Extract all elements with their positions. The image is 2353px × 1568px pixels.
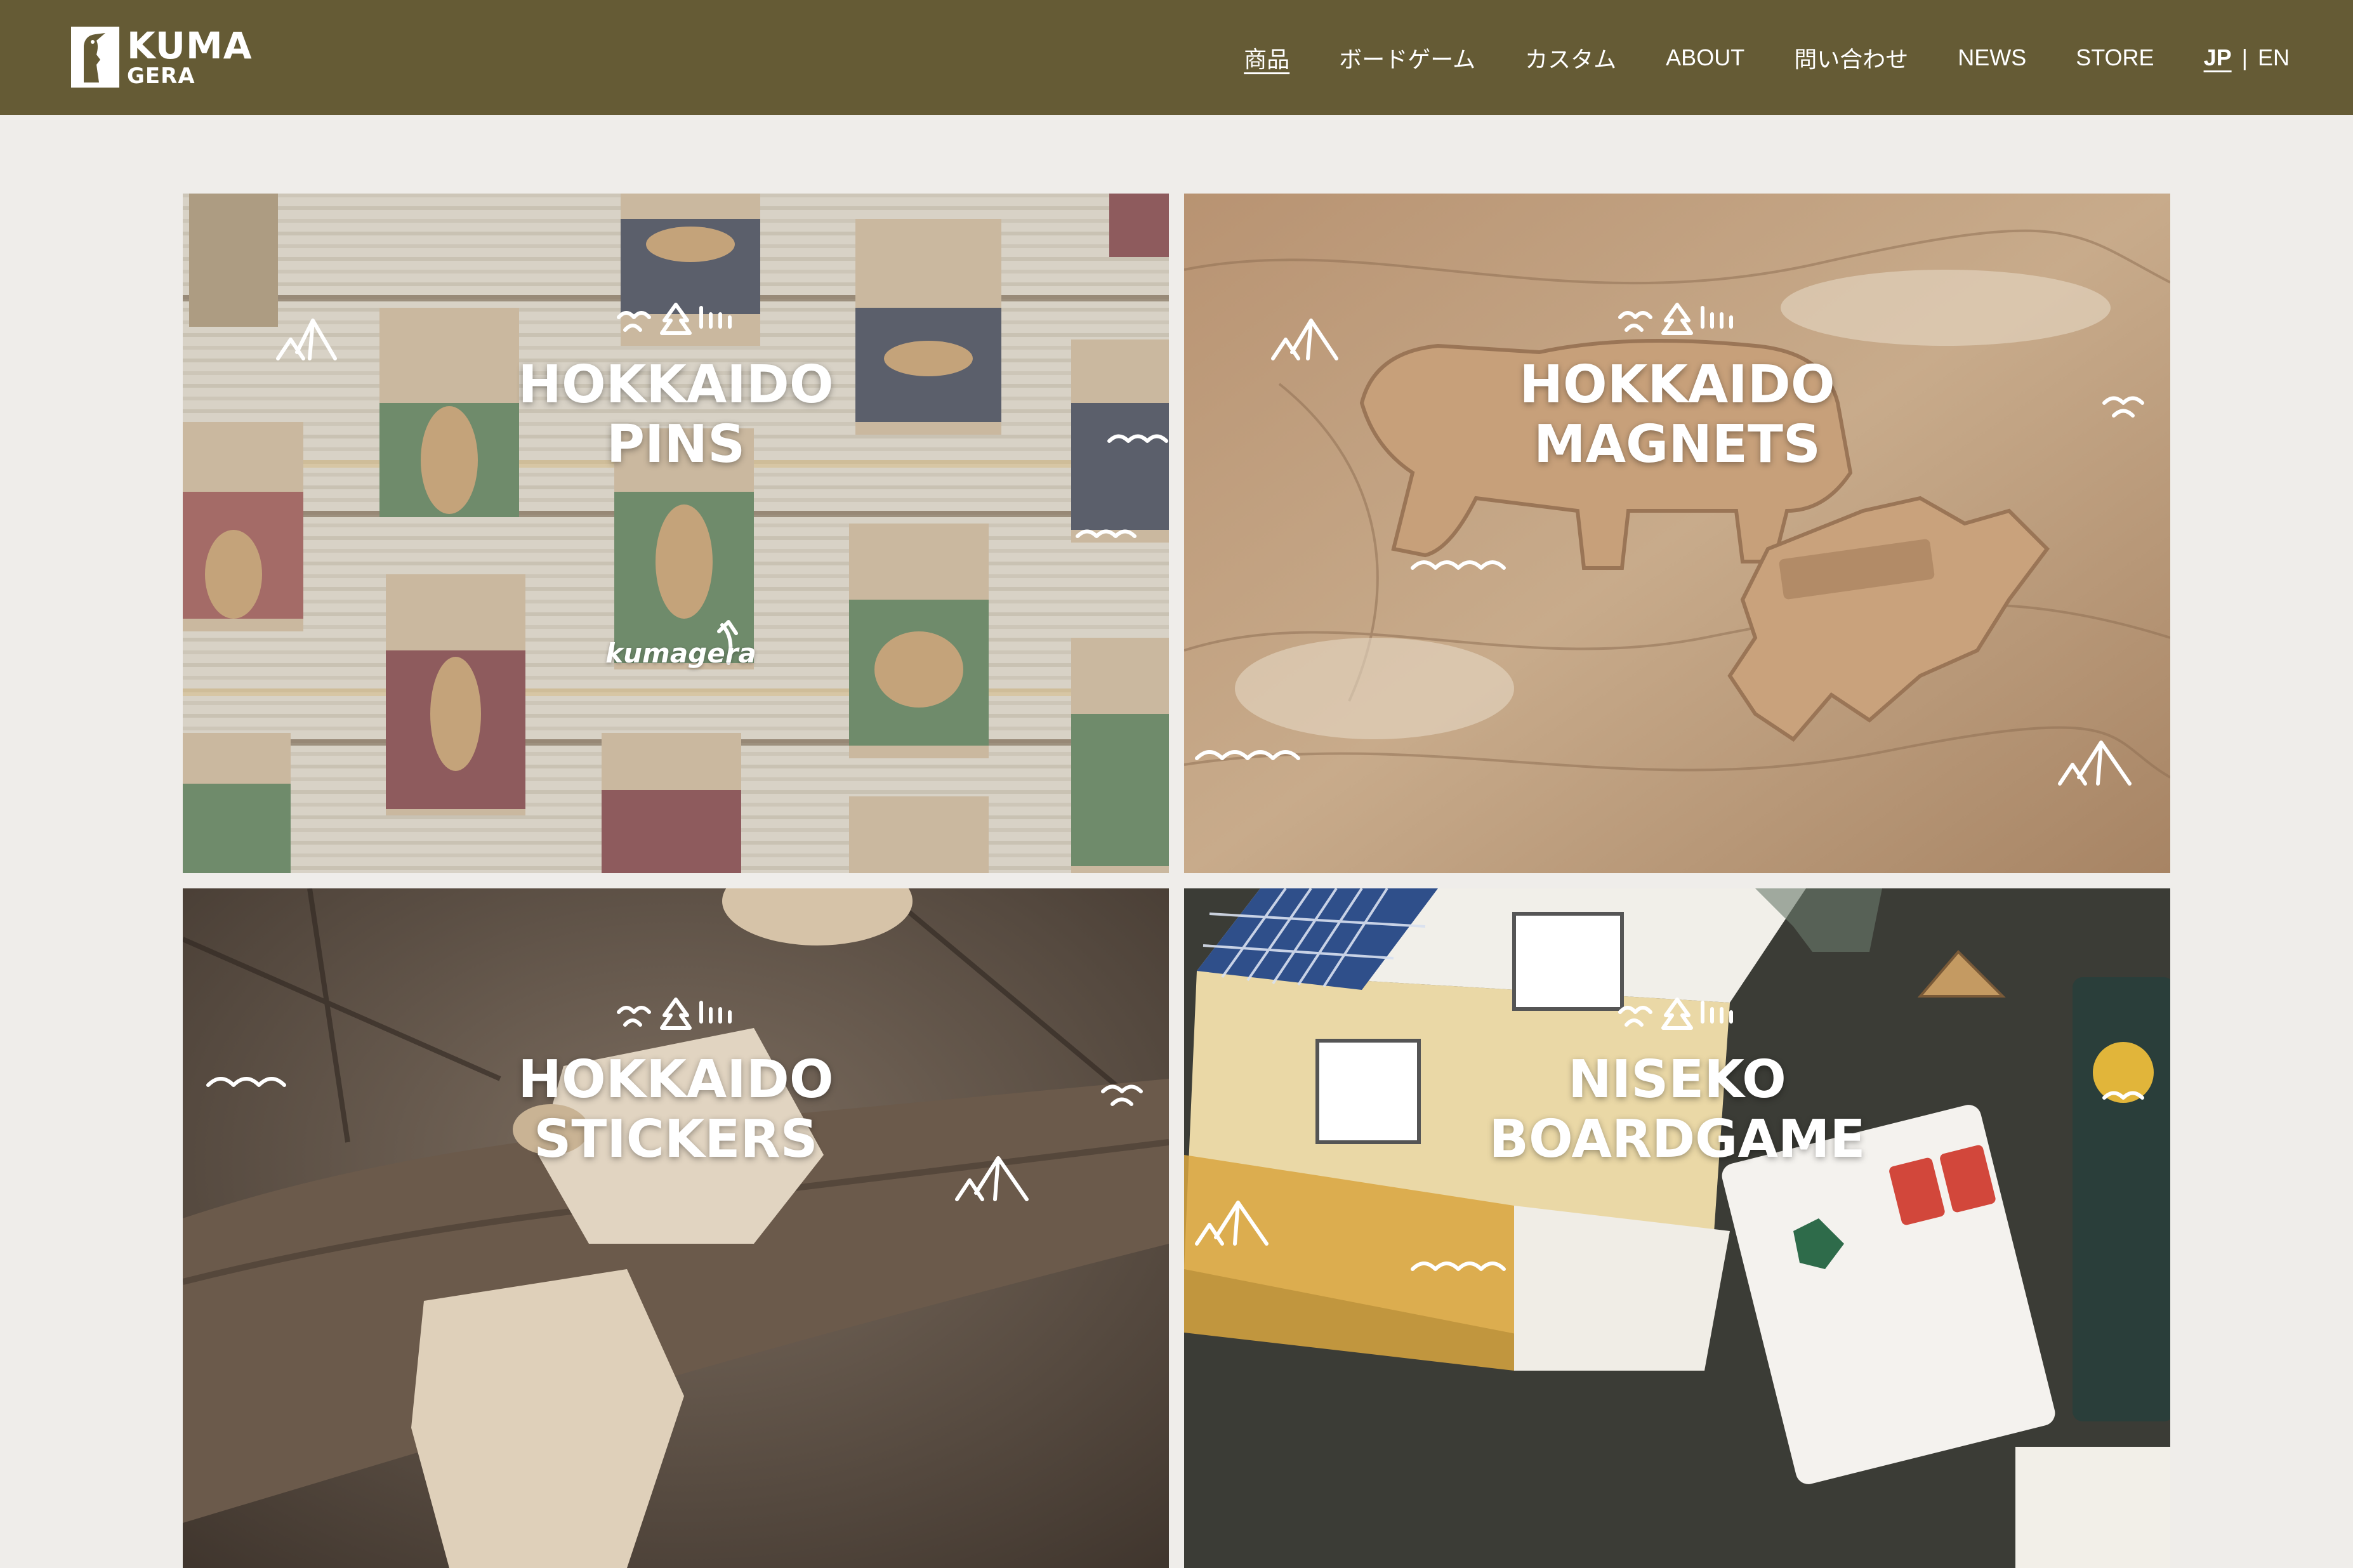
nav-item-about[interactable]: ABOUT [1666,44,1744,71]
mountain-tree-ornament-icon [1618,303,1733,335]
nav-item-news[interactable]: NEWS [1958,44,2026,71]
tile-title: HOKKAIDO MAGNETS [1184,355,2170,475]
mountain-tree-ornament-icon [617,998,732,1030]
logo-text-top: KUMA [127,24,253,67]
tile-title: HOKKAIDO STICKERS [183,1050,1169,1169]
tile-title-line1: HOKKAIDO [1519,355,1835,415]
lang-jp-link[interactable]: JP [2204,44,2232,71]
nav-item-boardgame[interactable]: ボードゲーム [1339,41,1475,74]
lang-en-link[interactable]: EN [2258,44,2290,71]
tile-title-line1: HOKKAIDO [518,1050,834,1110]
tile-title: HOKKAIDO PINS [183,355,1169,475]
tile-hokkaido-magnets[interactable]: HOKKAIDO MAGNETS [1184,194,2170,873]
stickers-photo [183,888,1169,1568]
boardgame-photo [1184,888,2170,1568]
nav-item-contact[interactable]: 問い合わせ [1794,41,1908,74]
woodpecker-logo-icon [71,27,119,88]
tile-title-line1: NISEKO [1568,1050,1786,1110]
tile-title-line2: STICKERS [534,1109,818,1169]
tile-title: NISEKO BOARDGAME [1184,1050,2170,1169]
mountain-tree-ornament-icon [1618,998,1733,1030]
tile-title-line2: MAGNETS [1533,414,1821,475]
nav-item-store[interactable]: STORE [2076,44,2154,71]
kumagera-logo[interactable]: KUMA GERA [71,24,252,90]
mountain-tree-ornament-icon [617,303,732,335]
nav-item-custom[interactable]: カスタム [1525,41,1616,74]
kumagera-signature: kumagera [605,638,756,669]
pins-photo [183,194,1169,873]
logo-text-bottom: GERA [127,63,195,89]
tile-hokkaido-stickers[interactable]: HOKKAIDO STICKERS [183,888,1169,1568]
lang-separator: | [2241,44,2248,70]
language-switcher: JP | EN [2204,44,2290,71]
main-nav: 商品 ボードゲーム カスタム ABOUT 問い合わせ NEWS STORE JP… [1194,0,2290,115]
nav-item-products[interactable]: 商品 [1244,41,1289,74]
tile-title-line2: BOARDGAME [1489,1109,1866,1169]
tile-title-line1: HOKKAIDO [518,355,834,415]
tile-title-line2: PINS [606,414,746,475]
tile-hokkaido-pins[interactable]: HOKKAIDO PINS kumagera [183,194,1169,873]
magnets-photo [1184,194,2170,873]
site-header: KUMA GERA 商品 ボードゲーム カスタム ABOUT 問い合わせ NEW… [0,0,2353,115]
tile-niseko-boardgame[interactable]: NISEKO BOARDGAME [1184,888,2170,1568]
